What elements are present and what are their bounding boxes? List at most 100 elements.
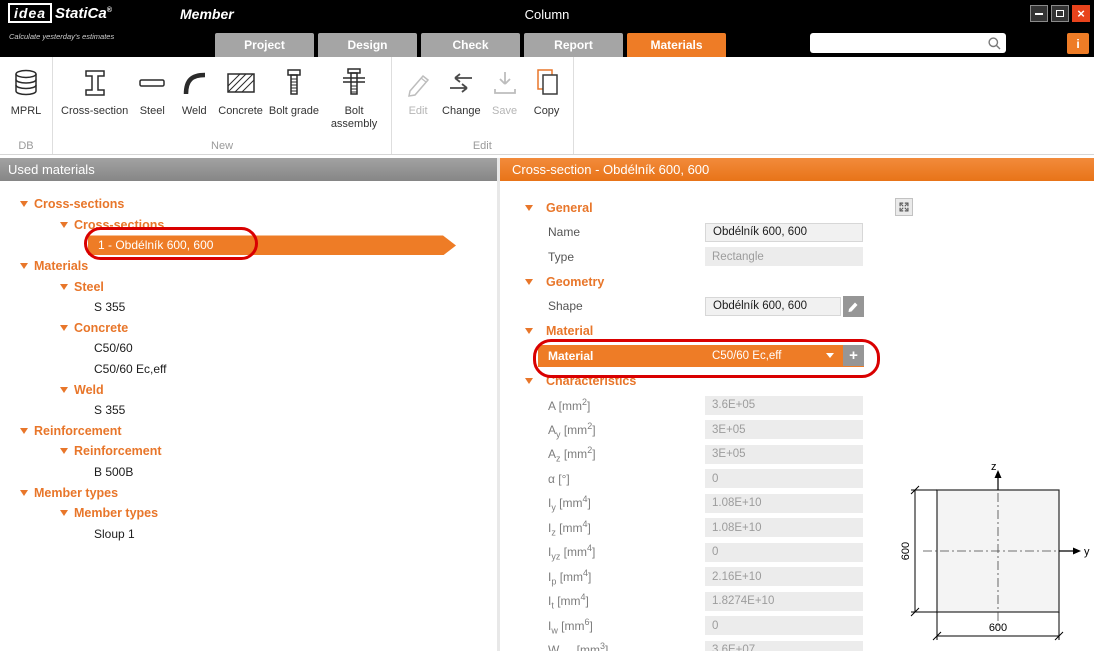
tree-item-cross-sections[interactable]: Cross-sections (0, 194, 497, 215)
tree-item-label: Concrete (74, 321, 128, 335)
field-label: Wel,y [mm3] (548, 641, 705, 651)
tree-item-member-types-sub[interactable]: Member types (0, 503, 497, 524)
tree-item-reinforcement[interactable]: Reinforcement (0, 421, 497, 442)
tab-report[interactable]: Report (524, 33, 623, 57)
new-cross-section-button[interactable]: Cross-section (58, 61, 131, 120)
minimize-button[interactable] (1030, 5, 1048, 22)
database-icon (9, 63, 43, 103)
ribbon-group-new: Cross-section Steel Weld Concrete (53, 57, 392, 154)
name-field[interactable]: Obdélník 600, 600 (705, 223, 863, 242)
tree-item-obdelnik-selected[interactable]: 1 - Obdélník 600, 600 (0, 235, 497, 256)
fit-view-button[interactable] (895, 198, 913, 216)
ip-field: 2.16E+10 (705, 567, 863, 586)
new-steel-button[interactable]: Steel (131, 61, 173, 120)
expand-triangle-icon[interactable] (60, 448, 68, 454)
expand-triangle-icon[interactable] (60, 510, 68, 516)
field-label: Type (548, 250, 705, 264)
iy-field: 1.08E+10 (705, 494, 863, 513)
registered-mark: ® (107, 7, 112, 14)
field-label: Az [mm2] (548, 445, 705, 463)
edit-shape-button[interactable] (843, 296, 864, 317)
ribbon-group-db: MPRL DB (0, 57, 53, 154)
tree-item-label: Member types (34, 486, 118, 500)
ribbon-item-label: Copy (534, 105, 560, 118)
tab-check[interactable]: Check (421, 33, 520, 57)
new-bolt-grade-button[interactable]: Bolt grade (266, 61, 322, 120)
shape-field[interactable]: Obdélník 600, 600 (705, 297, 841, 316)
material-select[interactable]: C50/60 Ec,eff (705, 346, 841, 365)
concrete-icon (223, 63, 259, 103)
ribbon-item-label: Steel (140, 105, 165, 118)
section-title: Material (546, 324, 593, 338)
ribbon-item-label: Change (442, 105, 481, 118)
tree-item-weld[interactable]: Weld (0, 379, 497, 400)
expand-triangle-icon[interactable] (20, 201, 28, 207)
expand-triangle-icon[interactable] (20, 490, 28, 496)
property-row-iz: Iz [mm4]1.08E+10 (500, 516, 882, 541)
tree-item-materials[interactable]: Materials (0, 256, 497, 277)
title-bar: idea StatiCa® Member Column × (0, 0, 1094, 30)
ribbon-item-label: Bolt assembly (325, 105, 383, 131)
materials-tree: Cross-sections Cross-sections 1 - Obdéln… (0, 181, 497, 651)
window-controls: × (1030, 5, 1090, 22)
maximize-button[interactable] (1051, 5, 1069, 22)
property-row-wely: Wel,y [mm3]3.6E+07 (500, 638, 882, 651)
tab-project[interactable]: Project (215, 33, 314, 57)
tree-item-label: B 500B (94, 465, 133, 479)
change-button[interactable]: Change (439, 61, 484, 120)
tree-item-weld-s355[interactable]: S 355 (0, 400, 497, 421)
add-material-button[interactable]: + (843, 345, 864, 366)
tree-item-cross-sections-sub[interactable]: Cross-sections (0, 215, 497, 236)
a-field: 3.6E+05 (705, 396, 863, 415)
section-material[interactable]: Material (500, 319, 882, 344)
new-weld-button[interactable]: Weld (173, 61, 215, 120)
tree-item-c5060[interactable]: C50/60 (0, 338, 497, 359)
expand-triangle-icon[interactable] (20, 428, 28, 434)
search-input[interactable] (810, 37, 987, 49)
tree-item-sloup1[interactable]: Sloup 1 (0, 524, 497, 545)
tab-materials[interactable]: Materials (627, 33, 726, 57)
edit-button[interactable]: Edit (397, 61, 439, 120)
section-title: Characteristics (546, 374, 636, 388)
new-concrete-button[interactable]: Concrete (215, 61, 266, 120)
svg-text:z: z (991, 461, 997, 473)
expand-triangle-icon[interactable] (60, 387, 68, 393)
property-row-ip: Ip [mm4]2.16E+10 (500, 565, 882, 590)
tree-item-member-types[interactable]: Member types (0, 482, 497, 503)
expand-triangle-icon[interactable] (20, 263, 28, 269)
svg-text:600: 600 (989, 622, 1007, 634)
section-geometry[interactable]: Geometry (500, 269, 882, 294)
edit-pencil-icon (401, 63, 435, 103)
section-characteristics[interactable]: Characteristics (500, 368, 882, 393)
y-axis: y (1059, 546, 1090, 558)
ribbon-item-label: Edit (409, 105, 428, 118)
info-button[interactable]: i (1067, 33, 1089, 54)
field-label: Ip [mm4] (548, 568, 705, 586)
mprl-button[interactable]: MPRL (5, 61, 47, 120)
tree-item-steel[interactable]: Steel (0, 276, 497, 297)
tree-item-reinforcement-sub[interactable]: Reinforcement (0, 441, 497, 462)
field-label: Iw [mm6] (548, 617, 705, 635)
selected-item-highlight[interactable]: 1 - Obdélník 600, 600 (88, 235, 456, 255)
minimize-icon (1035, 13, 1043, 15)
expand-triangle-icon[interactable] (60, 325, 68, 331)
section-general[interactable]: General (500, 195, 882, 220)
svg-text:y: y (1084, 546, 1090, 558)
expand-triangle-icon[interactable] (60, 284, 68, 290)
alpha-field: 0 (705, 469, 863, 488)
tab-design[interactable]: Design (318, 33, 417, 57)
new-bolt-assembly-button[interactable]: Bolt assembly (322, 61, 386, 133)
tree-item-concrete[interactable]: Concrete (0, 318, 497, 339)
save-icon (488, 63, 522, 103)
property-row-name: Name Obdélník 600, 600 (500, 220, 882, 245)
ribbon-group-label: Edit (392, 140, 573, 152)
close-button[interactable]: × (1072, 5, 1090, 22)
tree-item-b500b[interactable]: B 500B (0, 462, 497, 483)
expand-triangle-icon[interactable] (60, 222, 68, 228)
copy-button[interactable]: Copy (526, 61, 568, 120)
tree-item-s355[interactable]: S 355 (0, 297, 497, 318)
steel-plate-icon (135, 63, 169, 103)
ribbon-toolbar: MPRL DB Cross-section Steel We (0, 57, 1094, 155)
tree-item-c5060-eceff[interactable]: C50/60 Ec,eff (0, 359, 497, 380)
save-button[interactable]: Save (484, 61, 526, 120)
